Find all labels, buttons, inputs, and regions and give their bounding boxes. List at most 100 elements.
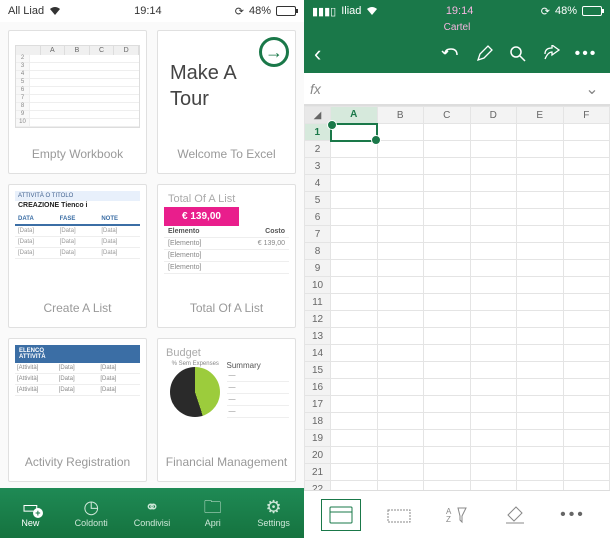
- cell-C7[interactable]: [424, 226, 471, 243]
- cell-C17[interactable]: [424, 396, 471, 413]
- cell-D7[interactable]: [470, 226, 517, 243]
- cell-F7[interactable]: [563, 226, 610, 243]
- cell-E14[interactable]: [517, 345, 564, 362]
- row-header-8[interactable]: 8: [305, 243, 331, 260]
- sort-filter-button[interactable]: AZ: [437, 499, 477, 531]
- row-header-13[interactable]: 13: [305, 328, 331, 345]
- cell-F12[interactable]: [563, 311, 610, 328]
- back-button[interactable]: ‹: [314, 41, 336, 67]
- cell-A4[interactable]: [331, 175, 378, 192]
- cell-A11[interactable]: [331, 294, 378, 311]
- cell-E9[interactable]: [517, 260, 564, 277]
- tab-new[interactable]: ▭ New: [0, 488, 61, 538]
- cell-A21[interactable]: [331, 464, 378, 481]
- card-view-button[interactable]: [321, 499, 361, 531]
- cell-D2[interactable]: [470, 141, 517, 158]
- spreadsheet-grid[interactable]: ◢ABCDEF123456789101112131415161718192021…: [304, 105, 610, 503]
- cell-D5[interactable]: [470, 192, 517, 209]
- row-header-20[interactable]: 20: [305, 447, 331, 464]
- cell-B21[interactable]: [377, 464, 424, 481]
- row-header-5[interactable]: 5: [305, 192, 331, 209]
- cell-A12[interactable]: [331, 311, 378, 328]
- cell-A15[interactable]: [331, 362, 378, 379]
- cell-C8[interactable]: [424, 243, 471, 260]
- cell-D19[interactable]: [470, 430, 517, 447]
- cell-C13[interactable]: [424, 328, 471, 345]
- cell-A16[interactable]: [331, 379, 378, 396]
- fill-button[interactable]: [495, 499, 535, 531]
- col-header-F[interactable]: F: [563, 107, 610, 124]
- cell-B11[interactable]: [377, 294, 424, 311]
- cell-F8[interactable]: [563, 243, 610, 260]
- cell-F19[interactable]: [563, 430, 610, 447]
- cell-A5[interactable]: [331, 192, 378, 209]
- cell-E18[interactable]: [517, 413, 564, 430]
- row-header-11[interactable]: 11: [305, 294, 331, 311]
- template-create-list[interactable]: ATTIVITÀ O TITOLO CREAZIONE Tienco i DAT…: [8, 184, 147, 328]
- cell-D3[interactable]: [470, 158, 517, 175]
- cell-A19[interactable]: [331, 430, 378, 447]
- cell-E2[interactable]: [517, 141, 564, 158]
- cell-E5[interactable]: [517, 192, 564, 209]
- cell-B9[interactable]: [377, 260, 424, 277]
- cell-C1[interactable]: [424, 124, 471, 141]
- cell-D12[interactable]: [470, 311, 517, 328]
- cell-D4[interactable]: [470, 175, 517, 192]
- cell-C9[interactable]: [424, 260, 471, 277]
- tab-shared[interactable]: ⚭ Condivisi: [122, 488, 183, 538]
- cell-B16[interactable]: [377, 379, 424, 396]
- cell-F2[interactable]: [563, 141, 610, 158]
- cell-A3[interactable]: [331, 158, 378, 175]
- col-header-D[interactable]: D: [470, 107, 517, 124]
- cell-C2[interactable]: [424, 141, 471, 158]
- row-header-2[interactable]: 2: [305, 141, 331, 158]
- col-header-C[interactable]: C: [424, 107, 471, 124]
- edit-button[interactable]: [470, 40, 498, 68]
- cell-E4[interactable]: [517, 175, 564, 192]
- cell-C6[interactable]: [424, 209, 471, 226]
- template-welcome-tour[interactable]: Make A Tour → Welcome To Excel: [157, 30, 296, 174]
- cell-B4[interactable]: [377, 175, 424, 192]
- cell-B15[interactable]: [377, 362, 424, 379]
- cell-B6[interactable]: [377, 209, 424, 226]
- cell-B7[interactable]: [377, 226, 424, 243]
- cell-B17[interactable]: [377, 396, 424, 413]
- cell-F16[interactable]: [563, 379, 610, 396]
- cell-C14[interactable]: [424, 345, 471, 362]
- cell-D10[interactable]: [470, 277, 517, 294]
- row-header-15[interactable]: 15: [305, 362, 331, 379]
- cell-F11[interactable]: [563, 294, 610, 311]
- keyboard-button[interactable]: [379, 499, 419, 531]
- cell-D1[interactable]: [470, 124, 517, 141]
- cell-C4[interactable]: [424, 175, 471, 192]
- cell-F20[interactable]: [563, 447, 610, 464]
- cell-B10[interactable]: [377, 277, 424, 294]
- cell-B19[interactable]: [377, 430, 424, 447]
- row-header-9[interactable]: 9: [305, 260, 331, 277]
- templates-grid[interactable]: ABCD 234 567 8910 Empty Workbook Make A: [0, 22, 304, 488]
- cell-B5[interactable]: [377, 192, 424, 209]
- more-options-button[interactable]: •••: [553, 499, 593, 531]
- cell-C19[interactable]: [424, 430, 471, 447]
- cell-A18[interactable]: [331, 413, 378, 430]
- template-empty-workbook[interactable]: ABCD 234 567 8910 Empty Workbook: [8, 30, 147, 174]
- cell-A14[interactable]: [331, 345, 378, 362]
- tab-recent[interactable]: ◷ Coldonti: [61, 488, 122, 538]
- row-header-21[interactable]: 21: [305, 464, 331, 481]
- cell-F15[interactable]: [563, 362, 610, 379]
- cell-F18[interactable]: [563, 413, 610, 430]
- col-header-E[interactable]: E: [517, 107, 564, 124]
- cell-C15[interactable]: [424, 362, 471, 379]
- cell-E1[interactable]: [517, 124, 564, 141]
- cell-F17[interactable]: [563, 396, 610, 413]
- cell-C20[interactable]: [424, 447, 471, 464]
- row-header-6[interactable]: 6: [305, 209, 331, 226]
- cell-B12[interactable]: [377, 311, 424, 328]
- cell-D13[interactable]: [470, 328, 517, 345]
- cell-A8[interactable]: [331, 243, 378, 260]
- cell-C3[interactable]: [424, 158, 471, 175]
- cell-D8[interactable]: [470, 243, 517, 260]
- cell-F3[interactable]: [563, 158, 610, 175]
- row-header-18[interactable]: 18: [305, 413, 331, 430]
- cell-D20[interactable]: [470, 447, 517, 464]
